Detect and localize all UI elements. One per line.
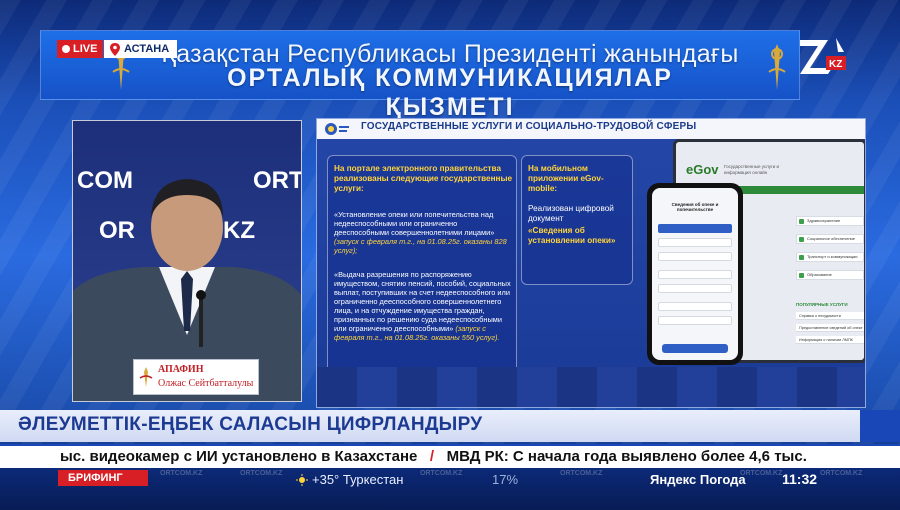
egov-tagline: Государственные услуги и информация онла… — [724, 164, 779, 175]
egov-service-row: Транспорт и коммуникации — [796, 252, 864, 262]
watermark: ORTCOM.KZ — [820, 470, 863, 477]
live-dot-icon — [62, 45, 70, 53]
service-item-note: (запуск с февраля т.г., на 01.08.25г. ок… — [334, 237, 507, 255]
clock: 11:32 — [782, 471, 818, 487]
phone-field — [658, 284, 732, 293]
phone-field — [658, 316, 732, 325]
slide-title: ГОСУДАРСТВЕННЫЕ УСЛУГИ И СОЦИАЛЬНО-ТРУДО… — [361, 121, 697, 132]
phone-field — [658, 270, 732, 279]
emblem-right-icon — [768, 44, 786, 90]
service-item-property-permit: «Выдача разрешения по распоряжению имуще… — [334, 270, 514, 342]
speaker-video: COM ORT OR KZ АПАФИН Олжас Сейтбатталулы — [72, 120, 302, 402]
phone-submit-button — [662, 344, 728, 353]
service-item-guardianship: «Установление опеки или попечительства н… — [334, 210, 514, 255]
headline: ӘЛЕУМЕТТІК-ЕҢБЕК САЛАСЫН ЦИФРЛАНДЫРУ — [18, 414, 483, 435]
service-label: Образование — [807, 272, 832, 277]
channel-logo: KZ — [800, 38, 846, 74]
service-label: Здравоохранение — [807, 218, 841, 223]
nameplate-logo-icon — [139, 367, 153, 387]
banner-title-line2: ОРТАЛЫҚ КОММУНИКАЦИЯЛАР ҚЫЗМЕТІ — [227, 64, 673, 121]
ticker-item: МВД РК: С начала года выявлено более 4,6… — [446, 448, 807, 465]
ministry-logo-icon — [325, 123, 349, 135]
egov-logo: eGov — [686, 162, 719, 177]
watermark: ORTCOM.KZ — [240, 470, 283, 477]
ticker-separator: / — [429, 448, 435, 465]
phone-field — [658, 238, 732, 247]
slide-footer-pattern — [317, 367, 865, 407]
egov-popular-item: Справка о несудимости — [796, 312, 864, 320]
speaker-surname: АПАФИН — [158, 364, 204, 375]
phone-field — [658, 224, 732, 233]
portal-services-heading: На портале электронного правительства ре… — [334, 164, 513, 193]
mobile-app-box: На мобильном приложении eGov-mobile: Реа… — [521, 155, 633, 285]
humidity-readout: 17% — [492, 472, 519, 487]
egov-popular-item: Информация о наличии ЛМПК — [796, 336, 864, 344]
service-label: Социальное обеспечение — [807, 236, 855, 241]
mobile-app-text: Реализован цифровой документ — [528, 204, 614, 223]
presentation-slide: ГОСУДАРСТВЕННЫЕ УСЛУГИ И СОЦИАЛЬНО-ТРУДО… — [316, 118, 866, 408]
weather-readout: +35° Туркестан — [312, 472, 404, 487]
egov-mobile-phone: Сведения об опеке и попечительстве — [647, 183, 743, 365]
portal-services-box: На портале электронного правительства ре… — [327, 155, 517, 375]
speaker-name: Олжас Сейтбатталулы — [158, 378, 254, 389]
service-icon — [799, 255, 804, 260]
ticker-item: ыс. видеокамер с ИИ установлено в Казахс… — [60, 448, 418, 465]
watermark: ORTCOM.KZ — [160, 470, 203, 477]
service-label: Транспорт и коммуникации — [807, 254, 858, 259]
lower-third-accent — [860, 410, 900, 442]
mobile-app-heading: На мобильном приложении eGov-mobile: — [528, 164, 604, 193]
egov-service-row: Образование — [796, 270, 864, 280]
service-item-text: «Установление опеки или попечительства н… — [334, 210, 495, 237]
speaker-nameplate: АПАФИН Олжас Сейтбатталулы — [133, 359, 259, 395]
sun-icon — [296, 474, 308, 486]
live-badge: LIVE — [57, 40, 104, 58]
egov-service-row: Здравоохранение — [796, 216, 864, 226]
live-label: LIVE — [73, 43, 98, 55]
ticker-text: ыс. видеокамер с ИИ установлено в Казахс… — [60, 448, 807, 465]
mobile-app-document: «Сведения об установлении опеки» — [528, 226, 616, 245]
briefing-tag: БРИФИНГ — [58, 470, 148, 486]
location-badge: АСТАНА — [104, 40, 178, 58]
phone-field — [658, 252, 732, 261]
watermark: ORTCOM.KZ — [560, 470, 603, 477]
egov-popular-item: Предоставление сведений об опеке — [796, 324, 864, 332]
watermark: ORTCOM.KZ — [420, 470, 463, 477]
phone-screen: Сведения об опеке и попечительстве — [652, 188, 738, 360]
service-icon — [799, 273, 804, 278]
location-label: АСТАНА — [124, 43, 170, 55]
phone-screen-title: Сведения об опеке и попечительстве — [671, 202, 719, 212]
service-icon — [799, 219, 804, 224]
service-icon — [799, 237, 804, 242]
watermark: ORTCOM.KZ — [740, 470, 783, 477]
phone-field — [658, 302, 732, 311]
location-pin-icon — [110, 43, 120, 56]
weather-brand: Яндекс Погода — [650, 472, 746, 487]
egov-popular-title: ПОПУЛЯРНЫЕ УСЛУГИ — [796, 302, 848, 307]
channel-logo-text: KZ — [829, 59, 842, 70]
egov-service-row: Социальное обеспечение — [796, 234, 864, 244]
